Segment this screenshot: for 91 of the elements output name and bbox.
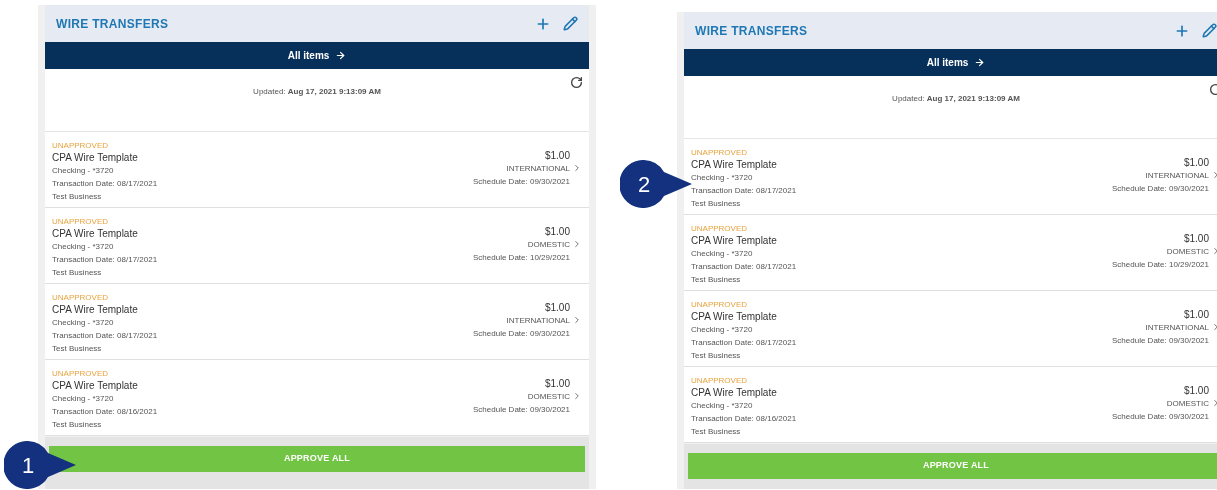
- transfer-type: INTERNATIONAL: [506, 315, 570, 327]
- business-name: Test Business: [691, 274, 742, 286]
- transfer-type: INTERNATIONAL: [506, 163, 570, 175]
- transfer-type: DOMESTIC: [527, 391, 570, 403]
- transfer-row[interactable]: UNAPPROVED CPA Wire Template Checking - *3720 Transaction Date: 08/17/2021 Test Business $1.00 INTERNATIONAL Schedule Date: 09/30/2021: [45, 284, 589, 360]
- account-text: Checking - *3720: [691, 248, 754, 260]
- transfer-row[interactable]: UNAPPROVED CPA Wire Template Checking - *3720 Transaction Date: 08/16/2021 Test Business $1.00 DOMESTIC Schedule Date: 09/30/2021: [45, 360, 589, 436]
- callout-marker: 1: [4, 441, 76, 489]
- transfer-name: CPA Wire Template: [52, 151, 139, 164]
- account-text: Checking - *3720: [52, 317, 115, 329]
- chevron-right-icon: [572, 391, 582, 401]
- status-label: UNAPPROVED: [691, 300, 748, 310]
- transfer-type: DOMESTIC: [527, 239, 570, 251]
- transfer-name: CPA Wire Template: [691, 386, 778, 399]
- business-name: Test Business: [52, 419, 103, 431]
- transfer-name: CPA Wire Template: [52, 379, 139, 392]
- account-text: Checking - *3720: [52, 393, 115, 405]
- schedule-date: Schedule Date: 09/30/2021: [1112, 183, 1209, 195]
- amount-text: $1.00: [544, 377, 570, 390]
- transfer-type: INTERNATIONAL: [1145, 170, 1209, 182]
- updated-timestamp: Updated: Aug 17, 2021 9:13:09 AM: [253, 87, 381, 96]
- status-label: UNAPPROVED: [691, 376, 748, 386]
- edit-icon[interactable]: [1202, 23, 1217, 38]
- refresh-icon[interactable]: [570, 76, 583, 89]
- transaction-date: Transaction Date: 08/17/2021: [52, 254, 158, 266]
- panel-title: WIRE TRANSFERS: [56, 15, 169, 33]
- business-name: Test Business: [691, 426, 742, 438]
- updated-timestamp: Updated: Aug 17, 2021 9:13:09 AM: [892, 94, 1020, 103]
- transfer-type: INTERNATIONAL: [1145, 322, 1209, 334]
- transfer-row[interactable]: UNAPPROVED CPA Wire Template Checking - *3720 Transaction Date: 08/17/2021 Test Business $1.00 INTERNATIONAL Schedule Date: 09/30/2021: [45, 132, 589, 208]
- business-name: Test Business: [691, 198, 742, 210]
- amount-text: $1.00: [544, 149, 570, 162]
- transaction-date: Transaction Date: 08/17/2021: [52, 178, 158, 190]
- status-label: UNAPPROVED: [691, 148, 748, 158]
- schedule-date: Schedule Date: 09/30/2021: [473, 328, 570, 340]
- callout-marker: 2: [620, 160, 692, 208]
- status-label: UNAPPROVED: [52, 369, 109, 379]
- all-items-bar[interactable]: All items: [45, 42, 589, 69]
- transaction-date: Transaction Date: 08/17/2021: [52, 330, 158, 342]
- arrow-right-icon: [974, 57, 986, 68]
- chevron-right-icon: [572, 315, 582, 325]
- all-items-bar[interactable]: All items: [684, 49, 1217, 76]
- schedule-date: Schedule Date: 09/30/2021: [1112, 411, 1209, 423]
- transfer-row[interactable]: UNAPPROVED CPA Wire Template Checking - *3720 Transaction Date: 08/17/2021 Test Business $1.00 INTERNATIONAL Schedule Date: 09/30/2021: [684, 291, 1217, 367]
- amount-text: $1.00: [1183, 308, 1209, 321]
- transaction-date: Transaction Date: 08/16/2021: [691, 413, 797, 425]
- schedule-date: Schedule Date: 10/29/2021: [473, 252, 570, 264]
- transfer-type: DOMESTIC: [1166, 246, 1209, 258]
- business-name: Test Business: [52, 343, 103, 355]
- arrow-right-icon: [335, 50, 347, 61]
- account-text: Checking - *3720: [52, 241, 115, 253]
- transfer-name: CPA Wire Template: [691, 234, 778, 247]
- transfer-type: DOMESTIC: [1166, 398, 1209, 410]
- transfer-name: CPA Wire Template: [52, 303, 139, 316]
- all-items-link[interactable]: All items: [287, 48, 330, 63]
- schedule-date: Schedule Date: 09/30/2021: [473, 404, 570, 416]
- transfer-name: CPA Wire Template: [691, 158, 778, 171]
- amount-text: $1.00: [544, 225, 570, 238]
- account-text: Checking - *3720: [691, 400, 754, 412]
- status-label: UNAPPROVED: [52, 141, 109, 151]
- business-name: Test Business: [52, 191, 103, 203]
- all-items-link[interactable]: All items: [926, 55, 969, 70]
- status-label: UNAPPROVED: [52, 217, 109, 227]
- account-text: Checking - *3720: [691, 172, 754, 184]
- amount-text: $1.00: [1183, 232, 1209, 245]
- business-name: Test Business: [52, 267, 103, 279]
- panel-title: WIRE TRANSFERS: [695, 22, 808, 40]
- transfer-name: CPA Wire Template: [691, 310, 778, 323]
- status-label: UNAPPROVED: [52, 293, 109, 303]
- transaction-date: Transaction Date: 08/17/2021: [691, 337, 797, 349]
- transfer-row[interactable]: UNAPPROVED CPA Wire Template Checking - *3720 Transaction Date: 08/16/2021 Test Business $1.00 DOMESTIC Schedule Date: 09/30/2021: [684, 367, 1217, 443]
- edit-icon[interactable]: [563, 16, 578, 31]
- transaction-date: Transaction Date: 08/17/2021: [691, 261, 797, 273]
- schedule-date: Schedule Date: 10/29/2021: [1112, 259, 1209, 271]
- transaction-date: Transaction Date: 08/16/2021: [52, 406, 158, 418]
- account-text: Checking - *3720: [52, 165, 115, 177]
- schedule-date: Schedule Date: 09/30/2021: [473, 176, 570, 188]
- transfer-row[interactable]: UNAPPROVED CPA Wire Template Checking - *3720 Transaction Date: 08/17/2021 Test Business $1.00 DOMESTIC Schedule Date: 10/29/2021: [684, 215, 1217, 291]
- amount-text: $1.00: [544, 301, 570, 314]
- transfer-row[interactable]: UNAPPROVED CPA Wire Template Checking - *3720 Transaction Date: 08/17/2021 Test Business $1.00 INTERNATIONAL Schedule Date: 09/30/2021: [684, 139, 1217, 215]
- status-label: UNAPPROVED: [691, 224, 748, 234]
- chevron-right-icon: [572, 239, 582, 249]
- transfer-name: CPA Wire Template: [52, 227, 139, 240]
- schedule-date: Schedule Date: 09/30/2021: [1112, 335, 1209, 347]
- amount-text: $1.00: [1183, 156, 1209, 169]
- business-name: Test Business: [691, 350, 742, 362]
- amount-text: $1.00: [1183, 384, 1209, 397]
- chevron-right-icon: [572, 163, 582, 173]
- transfer-row[interactable]: UNAPPROVED CPA Wire Template Checking - *3720 Transaction Date: 08/17/2021 Test Business $1.00 DOMESTIC Schedule Date: 10/29/2021: [45, 208, 589, 284]
- transaction-date: Transaction Date: 08/17/2021: [691, 185, 797, 197]
- account-text: Checking - *3720: [691, 324, 754, 336]
